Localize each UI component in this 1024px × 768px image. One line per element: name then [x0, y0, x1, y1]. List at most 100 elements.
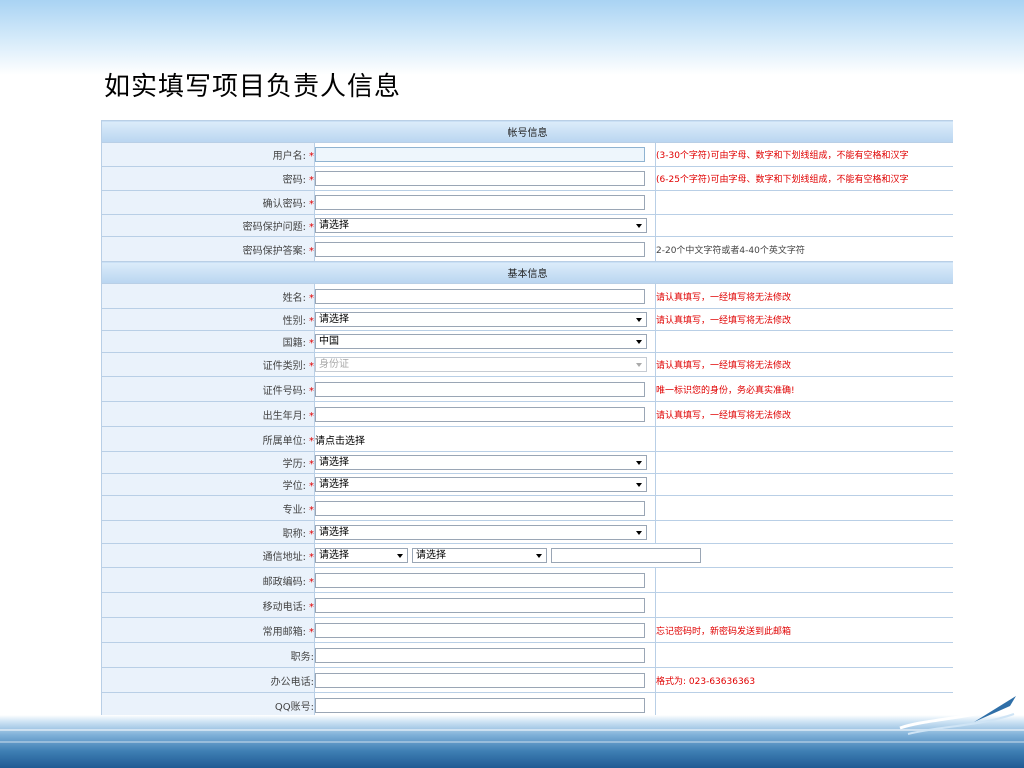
- birth-date-label: 出生年月:: [262, 410, 306, 422]
- education-select[interactable]: 请选择: [315, 455, 647, 470]
- chevron-down-icon: [536, 554, 542, 558]
- address-label: 通信地址:: [262, 552, 306, 563]
- section-header-account: 帐号信息: [101, 120, 953, 143]
- row-id-type: 证件类别: * 身份证 请认真填写，一经填写将无法修改: [101, 352, 953, 377]
- row-office-phone: 办公电话: 格式为: 023-63636363: [101, 667, 953, 693]
- mobile-label: 移动电话:: [262, 601, 306, 613]
- province-value: 请选择: [319, 550, 349, 561]
- username-label: 用户名:: [272, 151, 306, 162]
- row-major: 专业: *: [101, 495, 953, 521]
- required-mark: *: [309, 361, 314, 372]
- birth-date-input[interactable]: [315, 406, 645, 422]
- nationality-value: 中国: [319, 336, 339, 347]
- row-address: 通信地址: * 请选择 请选择: [101, 543, 953, 568]
- required-mark: *: [309, 316, 314, 327]
- row-name: 姓名: * 请认真填写，一经填写将无法修改: [101, 283, 953, 309]
- chevron-down-icon: [636, 461, 642, 465]
- province-select[interactable]: 请选择: [315, 548, 408, 563]
- security-answer-input[interactable]: [315, 241, 645, 257]
- title-value: 请选择: [319, 526, 349, 538]
- office-phone-label: 办公电话:: [270, 676, 314, 688]
- row-security-answer: 密码保护答案: * 2-20个中文字符或者4-40个英文字符: [101, 236, 953, 262]
- row-gender: 性别: * 请选择 请认真填写，一经填写将无法修改: [101, 308, 953, 331]
- row-organization: 所属单位: * 请点击选择: [101, 426, 953, 452]
- office-phone-hint: 格式为: 023-63636363: [654, 667, 953, 693]
- name-label: 姓名:: [282, 292, 306, 304]
- postcode-label: 邮政编码:: [262, 576, 306, 588]
- id-type-value: 身份证: [319, 359, 349, 370]
- major-label: 专业:: [282, 504, 306, 516]
- required-mark: *: [309, 626, 314, 638]
- chevron-down-icon: [636, 363, 642, 367]
- nationality-select[interactable]: 中国: [315, 334, 647, 349]
- required-mark: *: [309, 410, 314, 422]
- position-input[interactable]: [315, 647, 645, 663]
- section-title-account: 帐号信息: [101, 120, 953, 143]
- username-input[interactable]: [315, 147, 645, 162]
- chevron-down-icon: [636, 318, 642, 322]
- required-mark: *: [309, 435, 314, 447]
- required-mark: *: [309, 199, 314, 210]
- mobile-input[interactable]: [315, 597, 645, 613]
- email-hint: 忘记密码时，新密码发送到此邮箱: [654, 617, 953, 643]
- row-security-question: 密码保护问题: * 请选择: [101, 214, 953, 237]
- chevron-down-icon: [636, 340, 642, 344]
- education-label: 学历:: [282, 459, 306, 470]
- chevron-down-icon: [636, 530, 642, 535]
- required-mark: *: [309, 601, 314, 613]
- row-email: 常用邮箱: * 忘记密码时，新密码发送到此邮箱: [101, 617, 953, 643]
- required-mark: *: [309, 576, 314, 588]
- footer-decoration: [0, 715, 1024, 768]
- row-title: 职称: * 请选择: [101, 520, 953, 544]
- row-education: 学历: * 请选择: [101, 451, 953, 474]
- id-type-label: 证件类别:: [262, 361, 306, 372]
- major-input[interactable]: [315, 500, 645, 516]
- row-qq: QQ账号:: [101, 692, 953, 716]
- confirm-password-label: 确认密码:: [262, 199, 306, 210]
- required-mark: *: [309, 175, 314, 186]
- row-position: 职务:: [101, 642, 953, 668]
- row-password: 密码: * (6-25个字符)可由字母、数字和下划线组成，不能有空格和汉字: [101, 166, 953, 191]
- email-label: 常用邮箱:: [262, 626, 306, 638]
- name-input[interactable]: [315, 288, 645, 304]
- gender-hint: 请认真填写，一经填写将无法修改: [654, 308, 953, 331]
- id-number-label: 证件号码:: [262, 385, 306, 397]
- required-mark: *: [309, 151, 314, 162]
- password-label: 密码:: [282, 175, 306, 186]
- postcode-input[interactable]: [315, 572, 645, 588]
- registration-form: 帐号信息 用户名: * (3-30个字符)可由字母、数字和下划线组成，不能有空格和…: [101, 120, 953, 716]
- required-mark: *: [309, 245, 314, 257]
- gender-value: 请选择: [319, 314, 349, 325]
- password-input[interactable]: [315, 171, 645, 186]
- wave-line: [0, 741, 1024, 743]
- qq-input[interactable]: [315, 697, 645, 713]
- security-question-select[interactable]: 请选择: [315, 218, 647, 233]
- row-degree: 学位: * 请选择: [101, 473, 953, 496]
- name-hint: 请认真填写，一经填写将无法修改: [654, 283, 953, 309]
- chevron-down-icon: [636, 224, 642, 228]
- id-type-select: 身份证: [315, 357, 647, 372]
- required-mark: *: [309, 385, 314, 397]
- office-phone-input[interactable]: [315, 672, 645, 688]
- password-hint: (6-25个字符)可由字母、数字和下划线组成，不能有空格和汉字: [654, 166, 953, 191]
- row-postcode: 邮政编码: *: [101, 567, 953, 593]
- email-input[interactable]: [315, 622, 645, 638]
- row-username: 用户名: * (3-30个字符)可由字母、数字和下划线组成，不能有空格和汉字: [101, 142, 953, 167]
- security-answer-hint: 2-20个中文字符或者4-40个英文字符: [654, 236, 953, 262]
- page-title: 如实填写项目负责人信息: [104, 72, 402, 102]
- security-question-label: 密码保护问题:: [242, 222, 306, 233]
- security-question-value: 请选择: [319, 220, 349, 231]
- city-select[interactable]: 请选择: [412, 548, 547, 563]
- gender-select[interactable]: 请选择: [315, 312, 647, 327]
- id-number-hint: 唯一标识您的身份，务必真实准确!: [654, 376, 953, 402]
- required-mark: *: [309, 481, 314, 492]
- wave-line: [0, 729, 1024, 731]
- required-mark: *: [309, 552, 314, 563]
- confirm-password-input[interactable]: [315, 195, 645, 210]
- title-select[interactable]: 请选择: [315, 524, 647, 540]
- required-mark: *: [309, 222, 314, 233]
- id-number-input[interactable]: [315, 381, 645, 397]
- organization-picker-link[interactable]: 请点击选择: [315, 436, 365, 447]
- degree-select[interactable]: 请选择: [315, 477, 647, 492]
- address-detail-input[interactable]: [551, 548, 701, 563]
